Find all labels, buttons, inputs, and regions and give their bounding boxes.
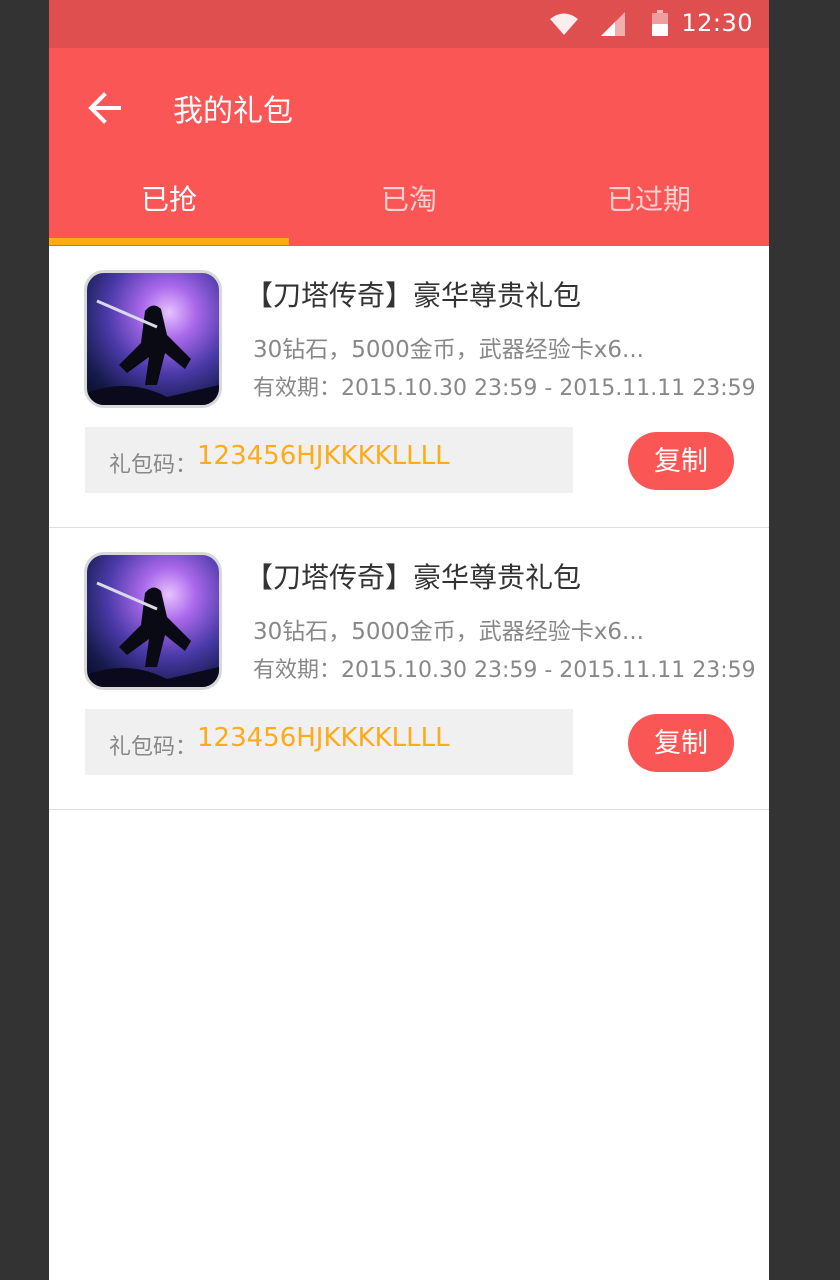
copy-button[interactable]: 复制 xyxy=(628,432,734,490)
warrior-silhouette-icon xyxy=(87,581,219,687)
gift-code-value: 123456HJKKKKLLLL xyxy=(197,723,450,753)
gift-title: 【刀塔传奇】豪华尊贵礼包 xyxy=(245,279,582,312)
gift-code-value: 123456HJKKKKLLLL xyxy=(197,441,450,471)
gift-code-box: 礼包码： 123456HJKKKKLLLL xyxy=(85,709,573,775)
signal-icon xyxy=(601,12,625,36)
gift-description: 30钻石，5000金币，武器经验卡x6... xyxy=(253,337,644,363)
gift-list: 【刀塔传奇】豪华尊贵礼包 30钻石，5000金币，武器经验卡x6... 有效期：… xyxy=(49,246,769,810)
tab-active-indicator xyxy=(49,238,289,245)
tab-grabbed[interactable]: 已抢 xyxy=(49,166,289,246)
gift-validity: 有效期：2015.10.30 23:59 - 2015.11.11 23:59 xyxy=(253,376,756,401)
app-bar: 我的礼包 已抢 已淘 已过期 xyxy=(49,48,769,246)
arrow-left-icon[interactable] xyxy=(85,88,125,128)
status-bar: 12:30 xyxy=(49,0,769,48)
copy-button[interactable]: 复制 xyxy=(628,714,734,772)
warrior-silhouette-icon xyxy=(87,299,219,405)
gift-validity: 有效期：2015.10.30 23:59 - 2015.11.11 23:59 xyxy=(253,658,756,683)
status-time: 12:30 xyxy=(681,9,753,37)
wifi-icon xyxy=(550,13,578,35)
gift-description: 30钻石，5000金币，武器经验卡x6... xyxy=(253,619,644,645)
gift-code-box: 礼包码： 123456HJKKKKLLLL xyxy=(85,427,573,493)
game-app-icon xyxy=(84,270,222,408)
battery-icon xyxy=(652,10,668,36)
tab-expired[interactable]: 已过期 xyxy=(529,166,769,246)
gift-code-label: 礼包码： xyxy=(109,453,198,478)
game-app-icon xyxy=(84,552,222,690)
gift-list-item[interactable]: 【刀塔传奇】豪华尊贵礼包 30钻石，5000金币，武器经验卡x6... 有效期：… xyxy=(49,246,769,528)
gift-list-item[interactable]: 【刀塔传奇】豪华尊贵礼包 30钻石，5000金币，武器经验卡x6... 有效期：… xyxy=(49,528,769,810)
gift-code-label: 礼包码： xyxy=(109,735,198,760)
phone-screen: 12:30 我的礼包 已抢 已淘 已过期 【刀塔传奇】豪华尊贵礼包 30钻石，5… xyxy=(49,0,769,1280)
page-title: 我的礼包 xyxy=(173,94,293,129)
tab-stashed[interactable]: 已淘 xyxy=(289,166,529,246)
gift-title: 【刀塔传奇】豪华尊贵礼包 xyxy=(245,561,582,594)
tab-bar: 已抢 已淘 已过期 xyxy=(49,166,769,246)
